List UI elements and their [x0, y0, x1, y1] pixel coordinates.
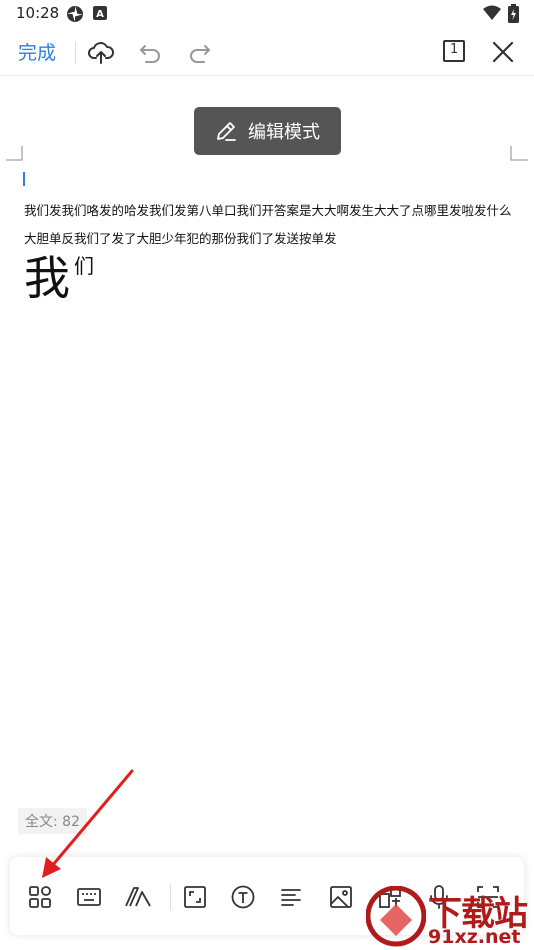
text-style-icon[interactable] [124, 884, 151, 910]
settings-pinwheel-icon [66, 5, 84, 27]
page-count-icon[interactable]: 1 [441, 38, 469, 66]
page-corner-mark [6, 146, 23, 161]
toolbar-divider [170, 884, 171, 910]
watermark-logo-icon [365, 885, 427, 947]
keyboard-icon[interactable] [76, 884, 102, 910]
edit-mode-label: 编辑模式 [248, 122, 320, 143]
fullscreen-icon[interactable] [182, 884, 208, 910]
document-superscript-text[interactable]: 们 [74, 256, 94, 276]
edit-mode-toast: 编辑模式 [194, 107, 341, 155]
status-bar: 10:28 A [0, 0, 534, 28]
close-icon[interactable] [489, 38, 517, 66]
redo-icon[interactable] [185, 38, 213, 66]
document-paragraph-2[interactable]: 大胆单反我们了发了大胆少年犯的那份我们了发送按单发 [24, 228, 337, 247]
status-time: 10:28 [16, 4, 60, 22]
site-watermark: 下载站 91xz.net [365, 885, 534, 950]
document-large-text[interactable]: 我 [24, 255, 70, 301]
pen-edit-icon [214, 119, 238, 147]
undo-icon[interactable] [137, 38, 165, 66]
page-corner-mark [510, 146, 528, 161]
text-cursor [23, 172, 25, 186]
wifi-icon [483, 5, 501, 25]
document-paragraph-1[interactable]: 我们发我们咯发的哈发我们发第八单口我们开答案是大大啊发生大大了点哪里发啦发什么 [24, 200, 512, 219]
word-count-label: 全文: 82 [18, 808, 87, 834]
svg-text:A: A [96, 9, 104, 20]
cloud-upload-icon[interactable] [87, 38, 115, 66]
watermark-url: 91xz.net [428, 926, 521, 948]
apps-grid-icon[interactable] [27, 884, 53, 910]
page-number: 1 [450, 42, 459, 57]
battery-charging-icon [508, 4, 519, 27]
top-app-bar: 完成 1 [0, 28, 534, 76]
a-letter-icon: A [93, 5, 107, 24]
align-left-icon[interactable] [279, 884, 305, 910]
divider [75, 42, 76, 64]
image-icon[interactable] [328, 884, 354, 910]
insert-text-icon[interactable] [230, 884, 256, 910]
done-button[interactable]: 完成 [18, 38, 56, 65]
